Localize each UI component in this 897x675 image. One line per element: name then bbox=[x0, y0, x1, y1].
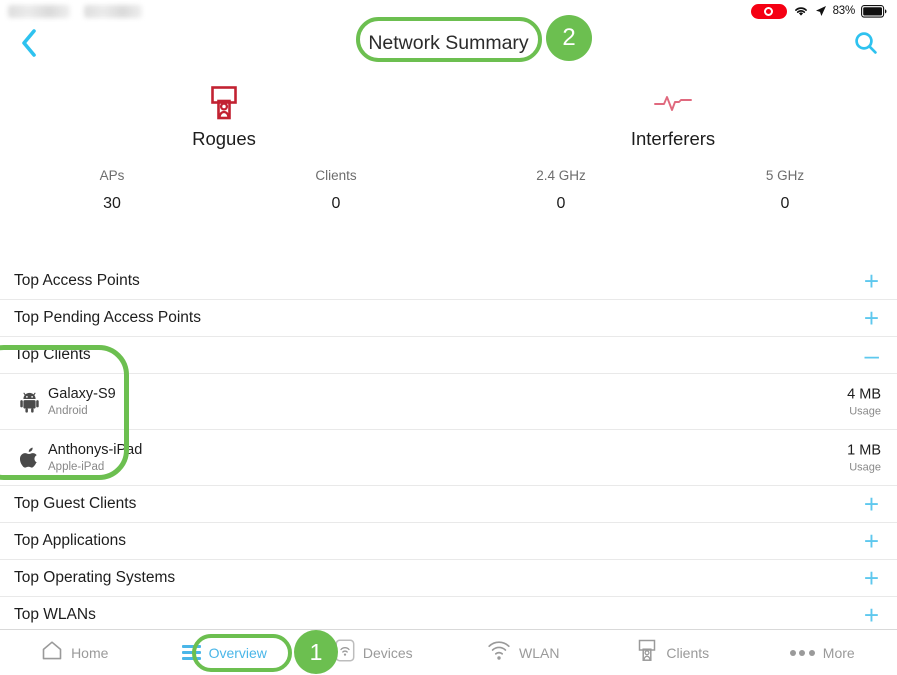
tab-label: Home bbox=[71, 644, 109, 661]
rogue-ap-icon bbox=[0, 82, 448, 124]
client-os: Android bbox=[48, 405, 88, 417]
list-row-top-guest-clients[interactable]: Top Guest Clients + bbox=[0, 486, 897, 523]
collapse-toggle-icon[interactable]: – bbox=[865, 342, 879, 368]
row-label: Top Applications bbox=[14, 532, 127, 549]
wifi-icon bbox=[793, 5, 809, 17]
page-title: Network Summary bbox=[368, 32, 529, 54]
app-screen: 83% Network Summary 2 Rogues APs 30 Clie… bbox=[0, 0, 897, 675]
metric-interferers-5ghz: 5 GHz 0 bbox=[673, 168, 897, 213]
usage-value: 1 MB bbox=[847, 442, 881, 458]
search-icon bbox=[853, 30, 879, 61]
expand-toggle-icon[interactable]: + bbox=[864, 305, 879, 331]
expand-toggle-icon[interactable]: + bbox=[864, 602, 879, 628]
list-row-top-operating-systems[interactable]: Top Operating Systems + bbox=[0, 560, 897, 597]
annotation-badge-2: 2 bbox=[546, 15, 592, 61]
wifi-icon bbox=[487, 640, 511, 666]
annotation-badge-1: 1 bbox=[294, 630, 338, 674]
search-button[interactable] bbox=[849, 28, 883, 62]
row-label: Top WLANs bbox=[14, 606, 96, 623]
row-label: Top Clients bbox=[14, 346, 91, 363]
status-bar-left bbox=[8, 4, 142, 18]
tab-label: Overview bbox=[208, 644, 267, 661]
bottom-tab-bar: Home Overview Devices WLAN Clients More bbox=[0, 629, 897, 675]
metric-value: 0 bbox=[780, 195, 790, 212]
interferers-panel[interactable]: Interferers 2.4 GHz 0 5 GHz 0 bbox=[449, 68, 897, 218]
client-os: Apple-iPad bbox=[48, 461, 105, 473]
usage-label: Usage bbox=[849, 405, 881, 417]
usage-value: 4 MB bbox=[847, 386, 881, 402]
navigation-bar: Network Summary bbox=[0, 22, 897, 68]
usage-label: Usage bbox=[849, 461, 881, 473]
list-row-top-clients[interactable]: Top Clients – bbox=[0, 337, 897, 374]
client-list-item[interactable]: Galaxy-S9 Android 4 MB Usage bbox=[0, 374, 897, 430]
apple-icon bbox=[14, 447, 44, 469]
metric-label: APs bbox=[99, 168, 125, 183]
tab-label: More bbox=[822, 644, 855, 661]
list-row-top-access-points[interactable]: Top Access Points + bbox=[0, 263, 897, 300]
expand-toggle-icon[interactable]: + bbox=[864, 268, 879, 294]
row-label: Top Guest Clients bbox=[14, 495, 137, 512]
tab-clients[interactable]: Clients bbox=[598, 630, 748, 675]
expand-toggle-icon[interactable]: + bbox=[864, 491, 879, 517]
tab-label: Devices bbox=[362, 644, 413, 661]
status-bar: 83% bbox=[0, 0, 897, 22]
rogues-title: Rogues bbox=[192, 128, 256, 149]
summary-section: Rogues APs 30 Clients 0 Interferers 2.4 … bbox=[0, 68, 897, 218]
client-name: Galaxy-S9 bbox=[48, 386, 116, 402]
expand-toggle-icon[interactable]: + bbox=[864, 565, 879, 591]
client-usage: 1 MB Usage bbox=[847, 442, 881, 473]
metric-label: 5 GHz bbox=[765, 168, 805, 183]
battery-percent-label: 83% bbox=[832, 5, 856, 17]
metric-value: 0 bbox=[331, 195, 341, 212]
ellipsis-icon bbox=[789, 649, 815, 656]
client-info: Anthonys-iPad Apple-iPad bbox=[48, 442, 142, 473]
list-row-top-pending-access-points[interactable]: Top Pending Access Points + bbox=[0, 300, 897, 337]
record-indicator-icon bbox=[750, 3, 787, 19]
metric-label: Clients bbox=[315, 168, 357, 183]
location-arrow-icon bbox=[815, 5, 827, 17]
metric-value: 0 bbox=[556, 195, 566, 212]
metric-label: 2.4 GHz bbox=[536, 168, 586, 183]
client-list-item[interactable]: Anthonys-iPad Apple-iPad 1 MB Usage bbox=[0, 430, 897, 486]
metric-rogue-aps: APs 30 bbox=[0, 168, 224, 213]
metric-value: 30 bbox=[103, 195, 121, 212]
interferers-title: Interferers bbox=[630, 128, 716, 149]
rogues-panel[interactable]: Rogues APs 30 Clients 0 bbox=[0, 68, 448, 218]
android-icon bbox=[14, 391, 44, 413]
rogues-metrics: APs 30 Clients 0 bbox=[0, 168, 448, 213]
expand-toggle-icon[interactable]: + bbox=[864, 528, 879, 554]
client-usage: 4 MB Usage bbox=[847, 386, 881, 417]
tab-home[interactable]: Home bbox=[0, 630, 150, 675]
tab-wlan[interactable]: WLAN bbox=[449, 630, 599, 675]
tab-label: Clients bbox=[666, 644, 710, 661]
client-icon bbox=[636, 639, 658, 667]
row-label: Top Operating Systems bbox=[14, 569, 176, 586]
hamburger-icon bbox=[181, 645, 201, 660]
status-bar-right: 83% bbox=[750, 3, 887, 19]
clock-text-blurred bbox=[84, 4, 142, 18]
summary-list: Top Access Points + Top Pending Access P… bbox=[0, 263, 897, 634]
carrier-text-blurred bbox=[8, 4, 70, 18]
row-label: Top Access Points bbox=[14, 272, 140, 289]
interferers-metrics: 2.4 GHz 0 5 GHz 0 bbox=[449, 168, 897, 213]
interference-waveform-icon bbox=[449, 82, 897, 124]
tab-more[interactable]: More bbox=[748, 630, 897, 675]
metric-rogue-clients: Clients 0 bbox=[224, 168, 448, 213]
client-info: Galaxy-S9 Android bbox=[48, 386, 116, 417]
tab-overview[interactable]: Overview bbox=[150, 630, 300, 675]
list-row-top-applications[interactable]: Top Applications + bbox=[0, 523, 897, 560]
battery-icon bbox=[861, 4, 887, 18]
row-label: Top Pending Access Points bbox=[14, 309, 201, 326]
home-icon bbox=[41, 640, 63, 666]
tab-label: WLAN bbox=[519, 644, 560, 661]
client-name: Anthonys-iPad bbox=[48, 442, 143, 458]
metric-interferers-24ghz: 2.4 GHz 0 bbox=[449, 168, 673, 213]
